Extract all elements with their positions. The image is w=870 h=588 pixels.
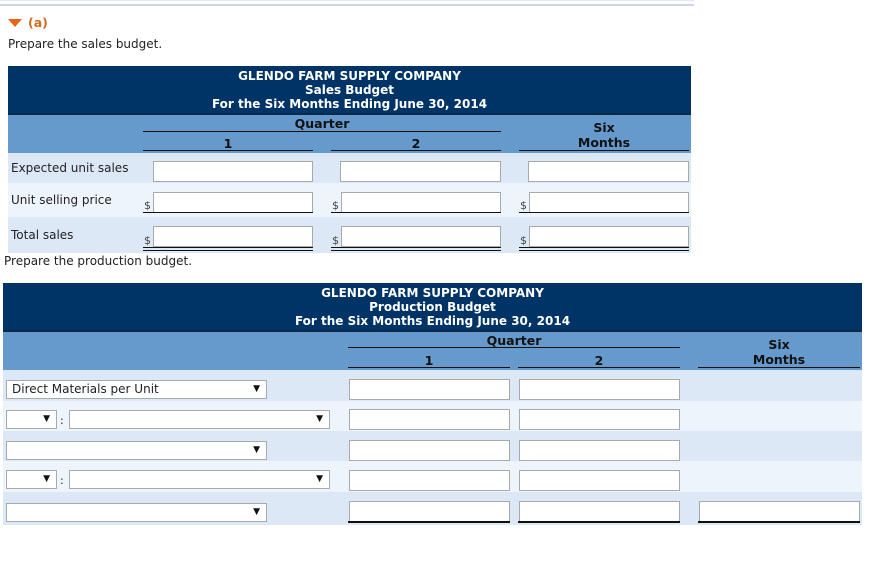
row-5-q2-input[interactable] (519, 501, 680, 522)
budget-title: Production Budget (369, 300, 496, 314)
dollar-sign: $ (332, 234, 339, 247)
dollar-sign: $ (520, 234, 527, 247)
expected-unit-sales-six-months-input[interactable] (528, 161, 689, 182)
row-2-label-select[interactable]: ▼ (69, 410, 330, 429)
months-label: Months (752, 352, 806, 367)
column-header-six-months: Six Months (519, 120, 689, 150)
total-sales-q1-input[interactable] (153, 226, 313, 247)
part-label: (a) (28, 15, 48, 30)
quarter-underline (348, 347, 680, 348)
budget-period: For the Six Months Ending June 30, 2014 (211, 97, 488, 111)
row-4-label-select[interactable]: ▼ (69, 470, 330, 489)
row-4-q2-input[interactable] (519, 470, 680, 491)
row-3-label-select[interactable]: ▼ (6, 441, 267, 460)
dropdown-arrow-icon: ▼ (253, 507, 260, 517)
unit-selling-price-six-months-input[interactable] (529, 192, 689, 213)
part-a-toggle[interactable]: (a) (8, 15, 48, 30)
total-sales-six-months-input[interactable] (529, 226, 689, 247)
selected-value: Direct Materials per Unit (12, 382, 159, 396)
row-label-expected-unit-sales: Expected unit sales (11, 161, 129, 175)
quarter-header: Quarter (486, 333, 542, 348)
column-header-q1: 1 (223, 136, 233, 151)
dropdown-arrow-icon: ▼ (43, 414, 50, 424)
dollar-sign: $ (520, 199, 527, 212)
production-instruction: Prepare the production budget. (4, 254, 193, 268)
row-label-total-sales: Total sales (11, 228, 74, 242)
dropdown-arrow-icon: ▼ (316, 414, 323, 424)
underline (519, 212, 689, 213)
q1-underline (348, 367, 510, 368)
row-1-q1-input[interactable] (349, 379, 510, 400)
dollar-sign: $ (332, 199, 339, 212)
underline (143, 212, 313, 213)
row-4-operator-select[interactable]: ▼ (6, 470, 57, 489)
row-4-q1-input[interactable] (349, 470, 510, 491)
quarter-header: Quarter (294, 116, 350, 131)
row-5-six-months-input[interactable] (699, 501, 860, 522)
six-months-underline (519, 150, 689, 151)
double-underline (519, 247, 689, 251)
unit-selling-price-q2-input[interactable] (341, 192, 501, 213)
q2-underline (518, 367, 680, 368)
column-header-six-months: Six Months (698, 337, 860, 367)
dropdown-arrow-icon: ▼ (316, 474, 323, 484)
row-label-unit-selling-price: Unit selling price (11, 193, 112, 207)
column-header-q2: 2 (594, 353, 604, 368)
row-2-operator-select[interactable]: ▼ (6, 410, 57, 429)
row-5-label-select[interactable]: ▼ (6, 503, 267, 522)
underline (331, 212, 501, 213)
quarter-underline (143, 131, 501, 132)
expected-unit-sales-q2-input[interactable] (340, 161, 501, 182)
six-label: Six (768, 337, 790, 352)
column-header-q1: 1 (424, 353, 434, 368)
sales-instruction: Prepare the sales budget. (8, 37, 163, 51)
company-name: GLENDO FARM SUPPLY COMPANY (238, 69, 461, 83)
dollar-sign: $ (144, 199, 151, 212)
dollar-sign: $ (144, 234, 151, 247)
q1-underline (143, 150, 313, 151)
six-months-underline (698, 367, 860, 368)
top-divider (0, 0, 694, 6)
row-2-q1-input[interactable] (349, 409, 510, 430)
expected-unit-sales-q1-input[interactable] (153, 161, 313, 182)
row-2-q2-input[interactable] (519, 409, 680, 430)
budget-period: For the Six Months Ending June 30, 2014 (294, 314, 571, 328)
row-1-label-select[interactable]: Direct Materials per Unit ▼ (6, 380, 267, 399)
colon-separator: : (60, 474, 64, 487)
production-budget-header: GLENDO FARM SUPPLY COMPANY Production Bu… (3, 283, 862, 330)
row-3-q1-input[interactable] (349, 440, 510, 461)
dropdown-arrow-icon: ▼ (253, 445, 260, 455)
double-underline (331, 247, 501, 251)
budget-title: Sales Budget (304, 83, 395, 97)
q2-underline (331, 150, 501, 151)
underline (698, 521, 860, 523)
company-name: GLENDO FARM SUPPLY COMPANY (321, 286, 544, 300)
row-3-q2-input[interactable] (519, 440, 680, 461)
total-sales-q2-input[interactable] (341, 226, 501, 247)
months-label: Months (577, 135, 631, 150)
dropdown-arrow-icon: ▼ (43, 474, 50, 484)
column-header-q2: 2 (411, 136, 421, 151)
colon-separator: : (60, 414, 64, 427)
double-underline (143, 247, 313, 251)
dropdown-arrow-icon: ▼ (253, 384, 260, 394)
underline (348, 521, 510, 523)
six-label: Six (593, 120, 615, 135)
row-5-q1-input[interactable] (349, 501, 510, 522)
underline (518, 521, 680, 523)
unit-selling-price-q1-input[interactable] (153, 192, 313, 213)
triangle-down-icon (8, 18, 22, 27)
row-1-q2-input[interactable] (519, 379, 680, 400)
sales-budget-header: GLENDO FARM SUPPLY COMPANY Sales Budget … (8, 66, 691, 113)
